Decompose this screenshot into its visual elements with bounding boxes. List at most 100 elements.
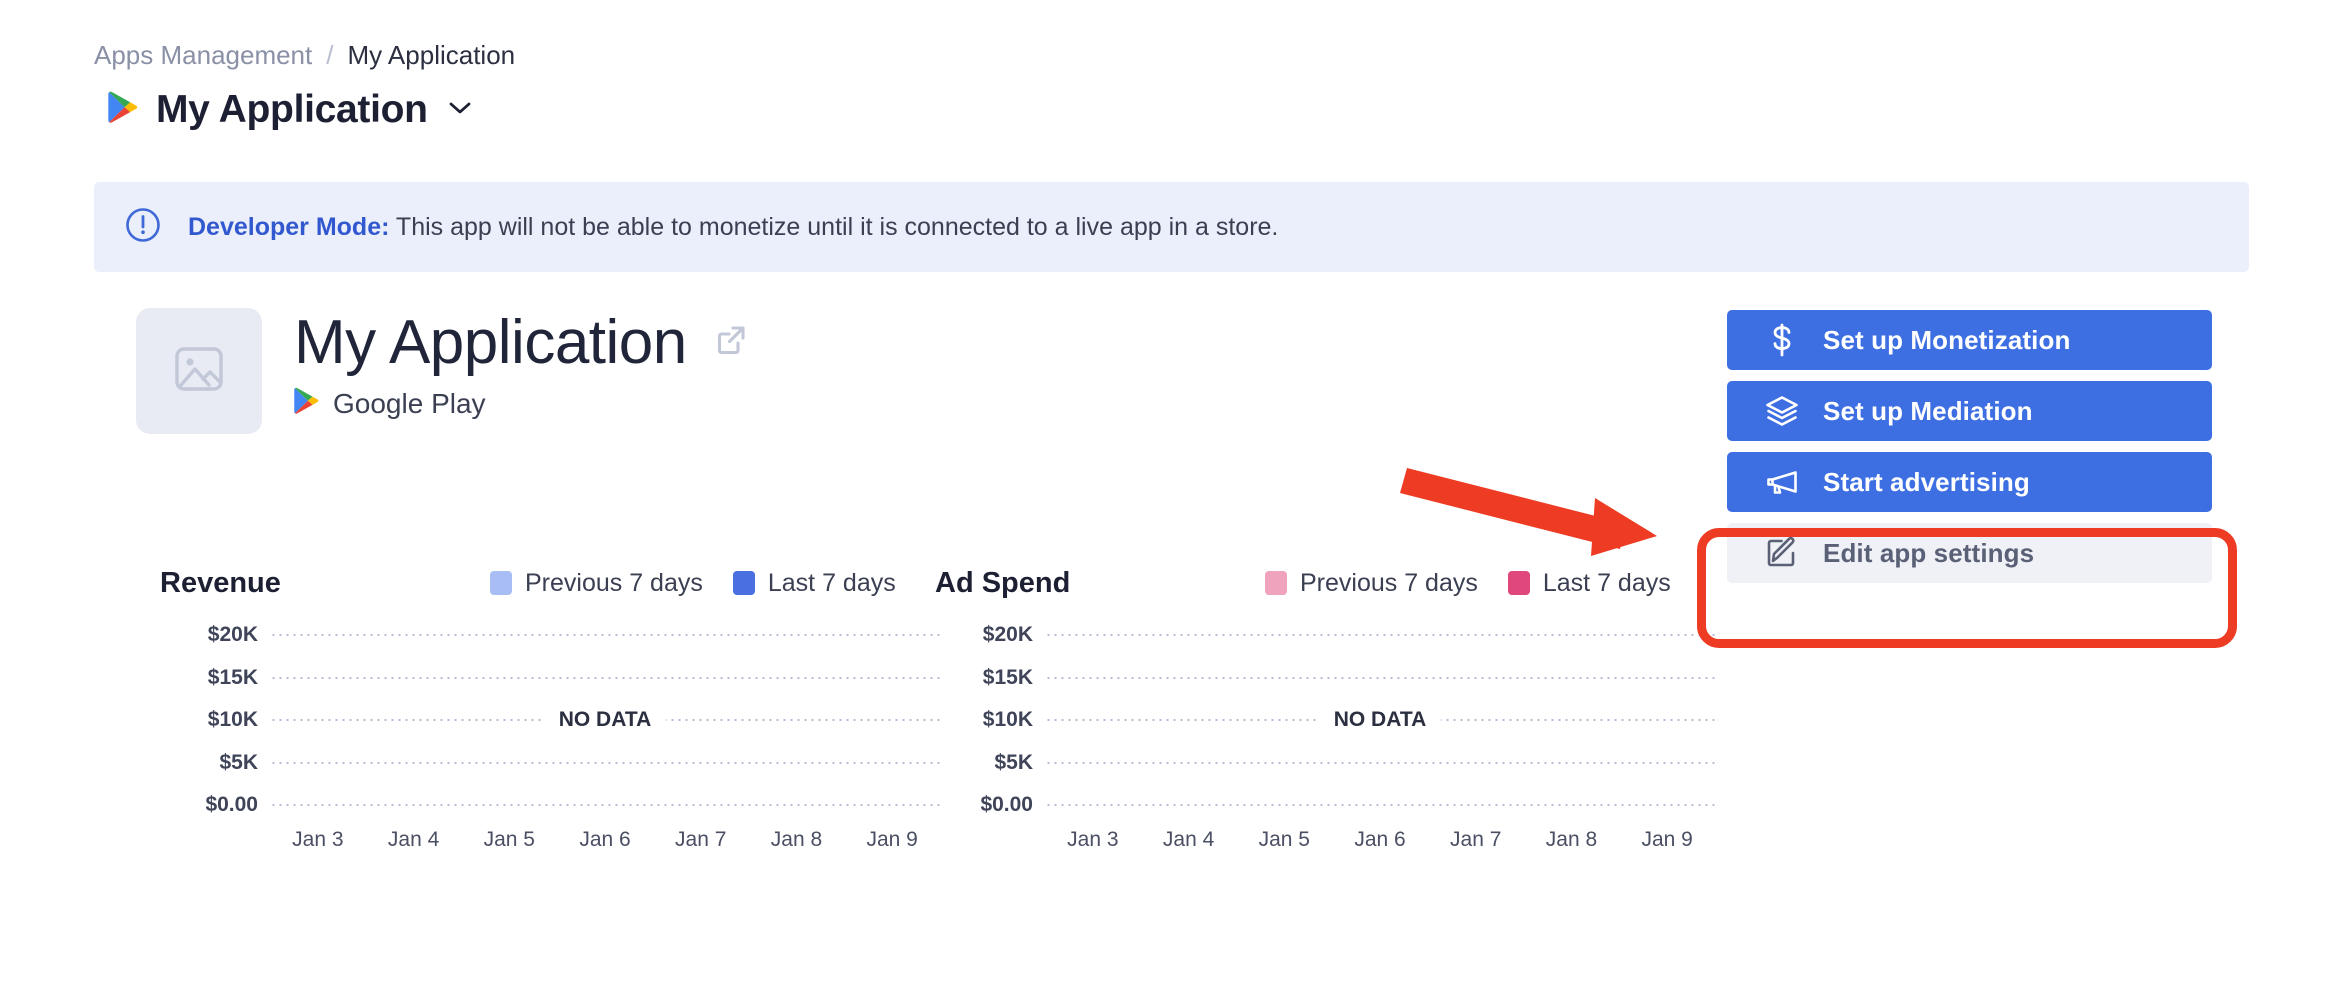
layers-icon — [1765, 395, 1799, 427]
x-axis-tick: Jan 3 — [1045, 828, 1141, 852]
app-store-line: Google Play — [294, 387, 749, 420]
set-up-monetization-button[interactable]: Set up Monetization — [1727, 310, 2212, 370]
y-axis-tick: $0.00 — [935, 793, 1045, 817]
chart-ad-spend-legend: Previous 7 days Last 7 days — [1265, 560, 1671, 606]
developer-mode-body: This app will not be able to monetize un… — [389, 213, 1278, 241]
chart-ad-spend-header: Ad Spend Previous 7 days Last 7 days — [935, 560, 1715, 606]
app-meta: My Application — [294, 308, 749, 420]
legend-swatch-previous — [490, 571, 512, 595]
gridline — [270, 677, 940, 679]
legend-label-last: Last 7 days — [1543, 569, 1671, 598]
google-play-icon — [108, 91, 138, 129]
developer-mode-banner: Developer Mode: This app will not be abl… — [94, 182, 2249, 272]
charts-section: Revenue Previous 7 days Last 7 days $20K — [0, 560, 2342, 940]
y-axis-tick: $10K — [160, 708, 270, 732]
legend-label-previous: Previous 7 days — [1300, 569, 1478, 598]
y-axis-tick: $15K — [160, 666, 270, 690]
x-axis-tick: Jan 7 — [653, 828, 749, 852]
chevron-down-icon[interactable] — [448, 100, 472, 121]
chart-revenue-x-axis: Jan 3 Jan 4 Jan 5 Jan 6 Jan 7 Jan 8 Jan … — [270, 828, 940, 852]
gridline-row: $0.00 — [160, 794, 940, 816]
x-axis-tick: Jan 5 — [1236, 828, 1332, 852]
y-axis-tick: $10K — [935, 708, 1045, 732]
app-actions: Set up Monetization Set up Mediation — [1727, 310, 2212, 583]
y-axis-tick: $0.00 — [160, 793, 270, 817]
y-axis-tick: $5K — [935, 751, 1045, 775]
exclamation-circle-icon — [124, 206, 162, 249]
image-placeholder-icon — [170, 340, 228, 403]
x-axis-tick: Jan 8 — [1524, 828, 1620, 852]
gridline — [270, 634, 940, 636]
chart-revenue-title: Revenue — [160, 567, 281, 600]
gridline — [1045, 762, 1715, 764]
page-title: My Application — [294, 310, 687, 375]
chart-ad-spend-title: Ad Spend — [935, 567, 1070, 600]
legend-swatch-previous — [1265, 571, 1287, 595]
x-axis-tick: Jan 5 — [461, 828, 557, 852]
app-switcher-label: My Application — [156, 88, 428, 132]
start-advertising-button[interactable]: Start advertising — [1727, 452, 2212, 512]
app-summary: My Application — [136, 308, 749, 434]
chart-revenue-header: Revenue Previous 7 days Last 7 days — [160, 560, 940, 606]
gridline — [1045, 634, 1715, 636]
chart-ad-spend-plot: $20K $15K $10K $5K $0.00 — [935, 624, 1715, 824]
chart-empty-state-label: NO DATA — [1320, 708, 1441, 732]
google-play-icon — [294, 387, 319, 420]
legend-label-previous: Previous 7 days — [525, 569, 703, 598]
annotation-arrow — [1395, 450, 1685, 575]
megaphone-icon — [1765, 467, 1799, 497]
legend-swatch-last — [1508, 571, 1530, 595]
y-axis-tick: $15K — [935, 666, 1045, 690]
y-axis-tick: $20K — [160, 623, 270, 647]
legend-item-previous-7-days[interactable]: Previous 7 days — [490, 569, 703, 598]
chart-empty-state-label: NO DATA — [545, 708, 666, 732]
chart-ad-spend: Ad Spend Previous 7 days Last 7 days $20… — [935, 560, 1715, 940]
external-link-icon[interactable] — [713, 322, 749, 363]
gridline-row: $0.00 — [935, 794, 1715, 816]
app-store-name: Google Play — [333, 388, 486, 420]
chart-revenue-plot: $20K $15K $10K $5K $0.00 — [160, 624, 940, 824]
x-axis-tick: Jan 4 — [366, 828, 462, 852]
x-axis-tick: Jan 6 — [1332, 828, 1428, 852]
gridline-row: $15K — [160, 667, 940, 689]
y-axis-tick: $20K — [935, 623, 1045, 647]
app-switcher[interactable]: My Application — [108, 88, 472, 132]
gridline-row: $20K — [935, 624, 1715, 646]
gridline — [270, 804, 940, 806]
gridline-row: $15K — [935, 667, 1715, 689]
developer-mode-label: Developer Mode: — [188, 213, 389, 241]
app-title-line: My Application — [294, 310, 749, 375]
legend-label-last: Last 7 days — [768, 569, 896, 598]
legend-swatch-last — [733, 571, 755, 595]
breadcrumb: Apps Management / My Application — [94, 42, 515, 68]
start-advertising-label: Start advertising — [1823, 467, 2030, 498]
legend-item-last-7-days[interactable]: Last 7 days — [733, 569, 896, 598]
developer-mode-message: Developer Mode: This app will not be abl… — [188, 213, 1278, 242]
gridline-row: $20K — [160, 624, 940, 646]
breadcrumb-current: My Application — [347, 42, 515, 68]
set-up-monetization-label: Set up Monetization — [1823, 325, 2070, 356]
x-axis-tick: Jan 6 — [557, 828, 653, 852]
y-axis-tick: $5K — [160, 751, 270, 775]
x-axis-tick: Jan 9 — [1619, 828, 1715, 852]
breadcrumb-link-apps-management[interactable]: Apps Management — [94, 42, 312, 68]
gridline-row: $5K — [160, 752, 940, 774]
set-up-mediation-label: Set up Mediation — [1823, 396, 2033, 427]
x-axis-tick: Jan 3 — [270, 828, 366, 852]
gridline — [1045, 804, 1715, 806]
legend-item-last-7-days[interactable]: Last 7 days — [1508, 569, 1671, 598]
legend-item-previous-7-days[interactable]: Previous 7 days — [1265, 569, 1478, 598]
chart-revenue-legend: Previous 7 days Last 7 days — [490, 560, 896, 606]
x-axis-tick: Jan 8 — [749, 828, 845, 852]
dollar-sign-icon — [1765, 323, 1799, 357]
x-axis-tick: Jan 9 — [844, 828, 940, 852]
app-root: Apps Management / My Application My Appl… — [0, 0, 2342, 1002]
breadcrumb-separator: / — [326, 42, 333, 68]
x-axis-tick: Jan 4 — [1141, 828, 1237, 852]
set-up-mediation-button[interactable]: Set up Mediation — [1727, 381, 2212, 441]
gridline-row: $5K — [935, 752, 1715, 774]
chart-ad-spend-x-axis: Jan 3 Jan 4 Jan 5 Jan 6 Jan 7 Jan 8 Jan … — [1045, 828, 1715, 852]
gridline — [270, 762, 940, 764]
app-icon-placeholder — [136, 308, 262, 434]
gridline — [1045, 677, 1715, 679]
